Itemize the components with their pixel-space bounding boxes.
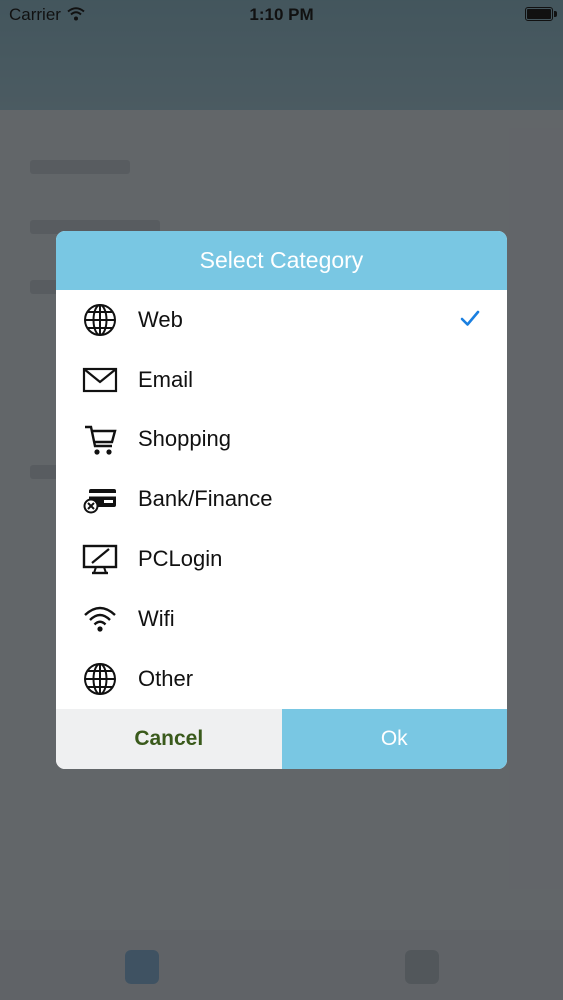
status-bar: Carrier 1:10 PM [0,0,563,30]
category-item-other[interactable]: Other [56,649,507,709]
category-item-email[interactable]: Email [56,350,507,410]
category-label: Bank/Finance [138,486,273,512]
globe-icon [82,302,118,338]
battery-icon [525,7,557,21]
card-icon [82,481,118,517]
category-label: Web [138,306,183,332]
category-item-wifi[interactable]: Wifi [56,589,507,649]
category-item-bank-finance[interactable]: Bank/Finance [56,469,507,529]
category-list: Web Email Shopping Bank/Finance PCLogin Wifi O… [56,290,507,709]
dialog-title: Select Category [56,231,507,290]
select-category-dialog: Select Category Web Email Shopping Bank/Fin… [56,231,507,769]
checkmark-icon [459,307,481,329]
wifi-icon [82,601,118,637]
ok-button[interactable]: Ok [281,709,507,769]
category-label: Wifi [138,605,175,631]
monitor-icon [82,541,118,577]
category-item-web[interactable]: Web [56,290,507,350]
category-label: Email [138,366,194,392]
category-item-pclogin[interactable]: PCLogin [56,529,507,589]
dialog-footer: Cancel Ok [56,709,507,769]
category-item-shopping[interactable]: Shopping [56,410,507,470]
category-label: PCLogin [138,546,223,572]
category-label: Shopping [138,426,231,452]
globe-icon [82,661,118,697]
envelope-icon [82,362,118,398]
category-label: Other [138,665,194,691]
status-time: 1:10 PM [249,5,314,24]
cancel-button[interactable]: Cancel [56,709,282,769]
cart-icon [82,422,118,458]
